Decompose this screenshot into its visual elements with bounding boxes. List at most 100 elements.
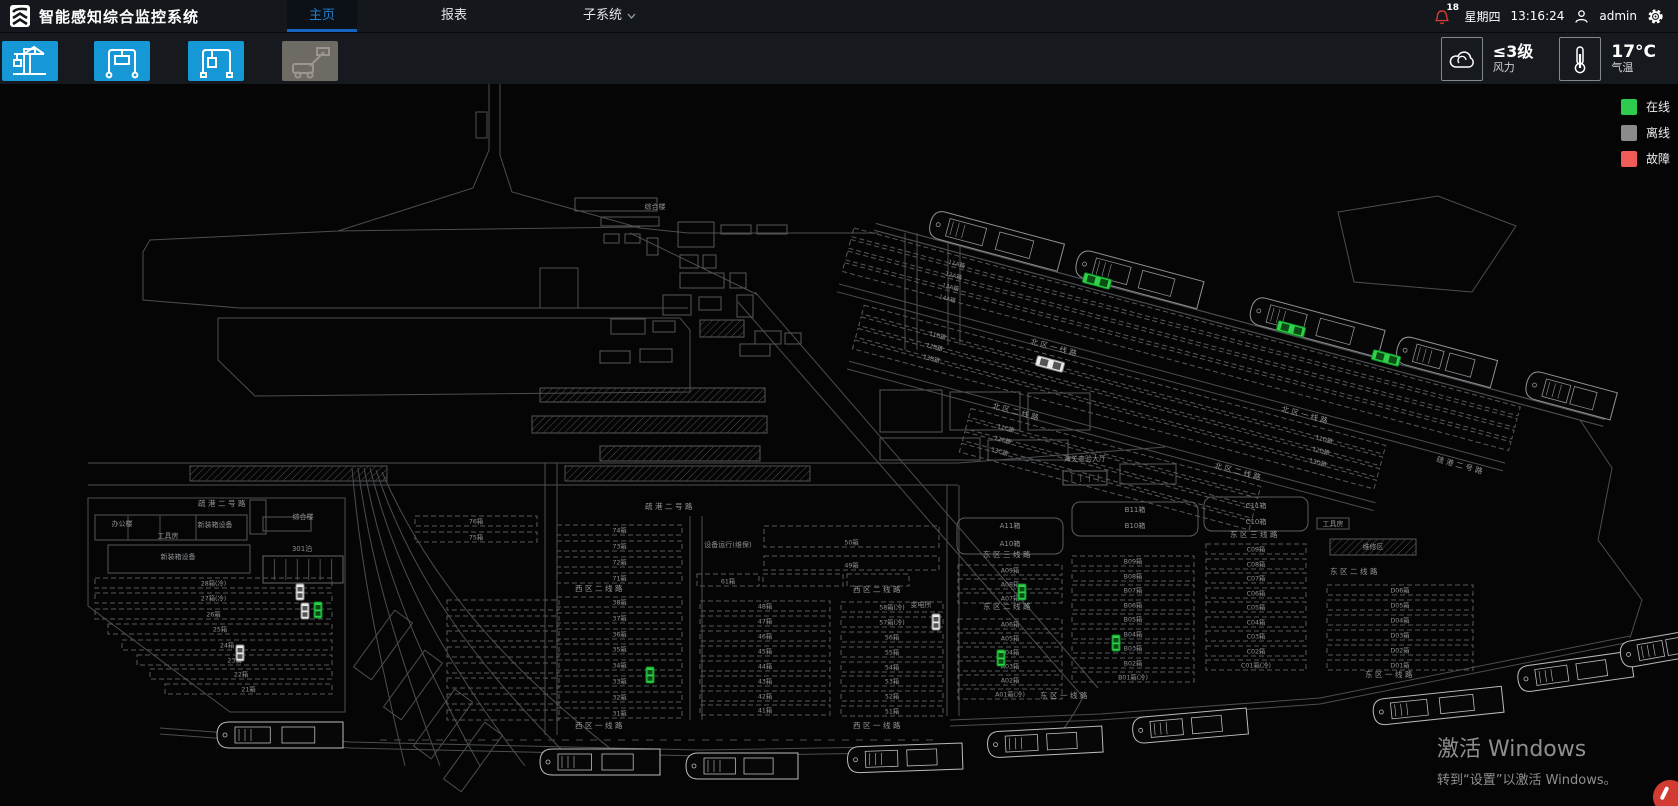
building-outline	[755, 331, 781, 344]
yard-block-label: A01箱(冷)	[995, 690, 1025, 699]
equipment-marker-online[interactable]	[314, 602, 322, 618]
yard-block-label: B04箱	[1124, 630, 1143, 639]
equipment-toolbar: ≤3级 风力 17°C 气温	[0, 32, 1678, 85]
road-label: 西区二线路	[575, 583, 625, 593]
equipment-marker-online[interactable]	[997, 650, 1005, 666]
coastline-path	[364, 468, 480, 766]
map-label: 新装箱设备	[198, 520, 233, 529]
ship	[987, 726, 1103, 758]
map-label: C10箱	[1246, 517, 1267, 526]
equipment-marker-online[interactable]	[646, 667, 654, 683]
map-label: 新装箱设备	[161, 552, 196, 561]
page-title: 智能感知综合监控系统	[39, 6, 199, 27]
yard-block-label: 35箱	[612, 645, 626, 654]
equipment-marker-online[interactable]	[1112, 635, 1120, 651]
quay-crane-button[interactable]	[2, 41, 58, 81]
map-label: 办公楼	[112, 519, 133, 528]
equipment-marker-offline[interactable]	[301, 603, 309, 619]
map-label: B11箱	[1125, 505, 1146, 514]
clock-time: 13:16:24	[1510, 9, 1564, 23]
port-map-canvas[interactable]: 28箱(冷)27箱(冷)26箱25箱24箱23箱22箱21箱76箱75箱74箱7…	[0, 84, 1678, 806]
hatched-zone	[600, 446, 760, 461]
equipment-marker-offline[interactable]	[932, 614, 940, 630]
yard-block-label: 44箱	[758, 662, 772, 671]
user-icon[interactable]	[1574, 9, 1589, 24]
yard-block-label: A06箱	[1001, 620, 1020, 629]
coastline-path	[874, 223, 1605, 426]
legend-swatch	[1621, 99, 1637, 115]
ship	[540, 749, 660, 775]
equipment-marker-offline[interactable]	[236, 645, 244, 661]
rtg-crane-button[interactable]	[94, 41, 150, 81]
yard-block	[447, 710, 559, 720]
map-label: 维修区	[1363, 542, 1384, 551]
ship	[1618, 627, 1678, 668]
rail-block	[414, 689, 473, 759]
building-outline	[740, 344, 770, 356]
yard-block-label: 21箱	[241, 685, 255, 694]
coastline-path	[218, 318, 690, 396]
yard-block-label: 32箱	[612, 693, 626, 702]
map-label: B10箱	[1125, 521, 1146, 530]
yard-block	[848, 240, 1517, 428]
yard-block-label: 42箱	[758, 692, 772, 701]
yard-block-label: 47箱	[758, 617, 772, 626]
road-label: 疏港二号路	[1435, 454, 1486, 477]
yard-block-label: B02箱	[1124, 659, 1143, 668]
yard-block-label: C02箱	[1247, 647, 1266, 656]
yard-block-label: 49箱	[844, 561, 858, 570]
yard-block-label: 25箱	[213, 625, 227, 634]
rmg-crane-button[interactable]	[188, 41, 244, 81]
road-label: 西区一线路	[853, 720, 903, 730]
yard-block-label: 12C箱	[993, 434, 1012, 446]
yard-block-label: B07箱	[1124, 586, 1143, 595]
yard-block-label: A02箱	[1001, 676, 1020, 685]
yard-block	[447, 663, 559, 673]
map-label: 301泊	[292, 544, 312, 553]
road-label: 东区二线路	[983, 601, 1033, 611]
coastline-path	[352, 468, 405, 766]
tab-home[interactable]: 主页	[287, 0, 357, 32]
yard-block-label: 41箱	[758, 706, 772, 715]
yard-block-label: B01箱(冷)	[1118, 673, 1148, 682]
tab-subsystems[interactable]: 子系统	[561, 0, 658, 32]
yard-block-label: C07箱	[1247, 574, 1266, 583]
equipment-marker-offline[interactable]	[296, 584, 304, 600]
yard-block-label: 34箱	[612, 661, 626, 670]
yard-block	[447, 600, 559, 610]
yard-block-label: 14A箱	[938, 293, 957, 305]
building-outline	[703, 255, 716, 268]
legend-label: 在线	[1646, 98, 1670, 115]
yard-block-label: 28箱(冷)	[201, 579, 227, 588]
ship	[217, 722, 343, 748]
yard-block-label: 37箱	[612, 614, 626, 623]
tab-reports[interactable]: 报表	[419, 0, 489, 32]
yard-block-label: D02箱	[1390, 646, 1409, 655]
weather-widgets: ≤3级 风力 17°C 气温	[1427, 33, 1678, 85]
weekday-label: 星期四	[1464, 8, 1500, 25]
yard-block-label: C05箱	[1247, 603, 1266, 612]
reach-stacker-button[interactable]	[282, 41, 338, 81]
road-label: 北区二线路	[991, 400, 1042, 423]
settings-gear-icon[interactable]	[1647, 8, 1664, 25]
road-label: 西区二线路	[853, 584, 903, 594]
yard-block-label: D04箱	[1390, 616, 1409, 625]
yard-block-label: 58箱(冷)	[879, 603, 905, 612]
yard-block-label: 75箱	[469, 533, 483, 542]
app-root: 智能感知综合监控系统 主页 报表 子系统 18 星期四 13:16:24 admin	[0, 0, 1678, 806]
coastline-path	[1580, 420, 1642, 638]
reach-stacker-icon	[288, 42, 332, 80]
building-outline	[1120, 464, 1176, 484]
equipment-marker-online[interactable]	[1018, 584, 1026, 600]
coastline-path	[143, 84, 688, 308]
username-label[interactable]: admin	[1599, 9, 1637, 23]
yard-block	[852, 228, 1521, 416]
coastline-path	[630, 233, 1098, 697]
ship	[1132, 708, 1249, 744]
main-tabs: 主页 报表 子系统	[287, 0, 658, 32]
building-outline	[611, 319, 645, 334]
temperature-label: 气温	[1611, 61, 1656, 75]
notification-bell-icon[interactable]: 18	[1434, 6, 1454, 26]
notification-count-badge: 18	[1446, 3, 1459, 13]
yard-block-label: 48箱	[758, 602, 772, 611]
